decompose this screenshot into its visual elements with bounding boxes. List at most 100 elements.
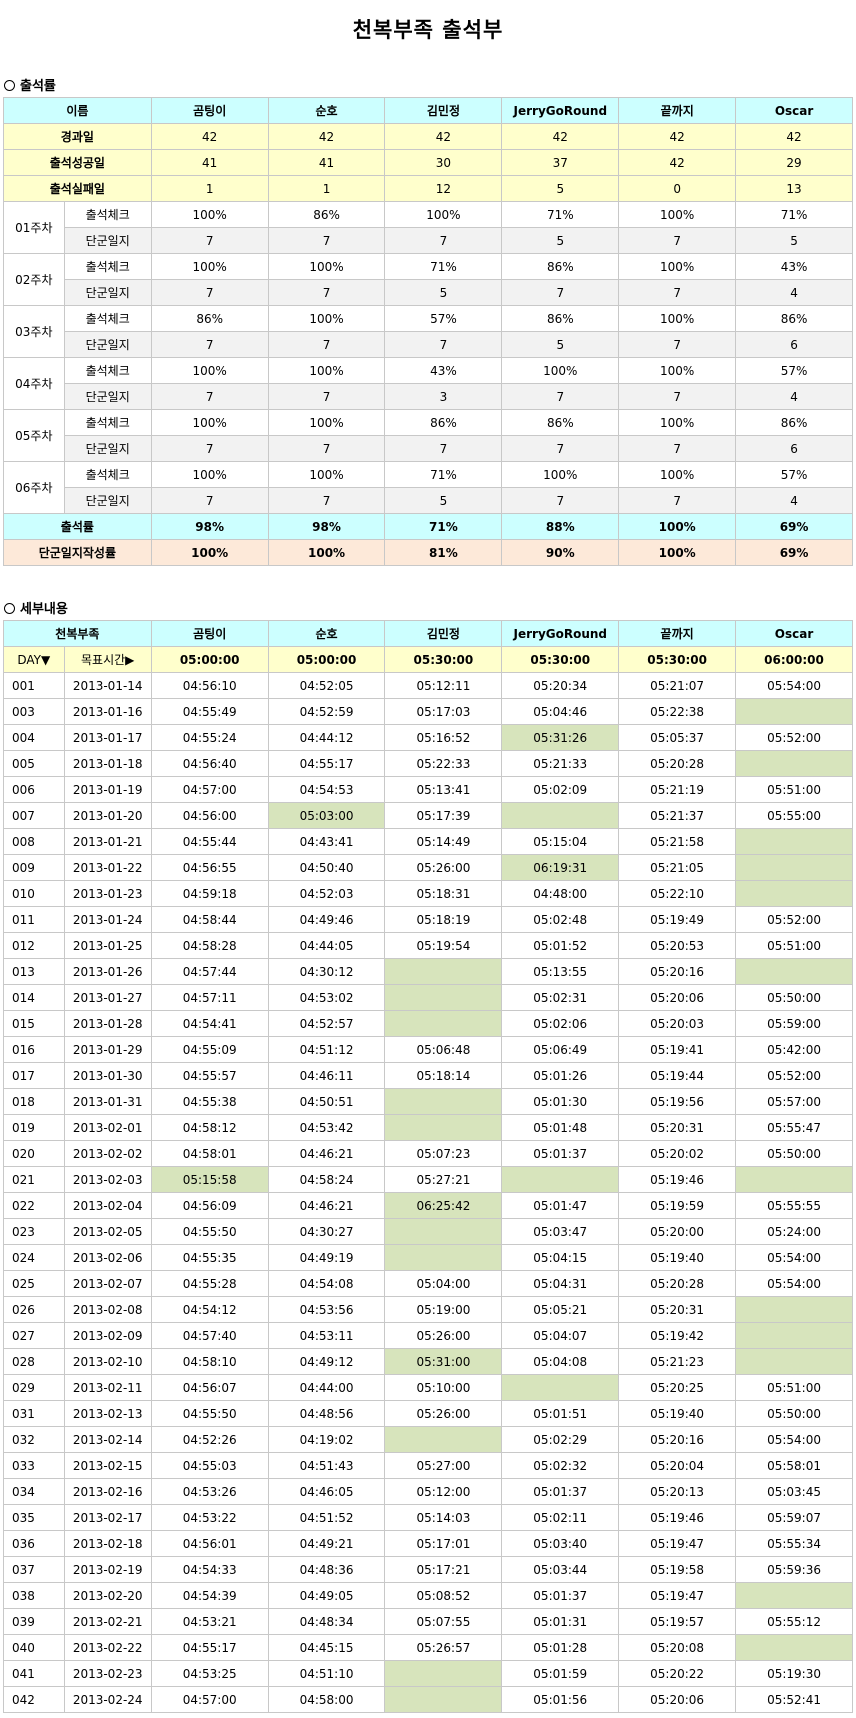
time-cell: 05:20:28 [618, 750, 737, 777]
time-cell: 04:55:57 [150, 1062, 269, 1089]
day-number: 015 [3, 1010, 65, 1037]
date-cell: 2013-02-21 [63, 1608, 152, 1635]
journal-value: 4 [735, 487, 853, 514]
time-cell: 05:54:00 [735, 1270, 853, 1297]
day-row: 028 2013-02-10 04:58:10 04:49:12 05:31:00 05:… [3, 1348, 853, 1375]
time-cell: 05:52:00 [735, 906, 853, 933]
journal-value: 7 [501, 435, 620, 462]
time-cell: 04:53:02 [267, 984, 386, 1011]
journal-value: 7 [267, 487, 386, 514]
date-cell: 2013-02-10 [63, 1348, 152, 1375]
time-cell: 04:53:21 [150, 1608, 269, 1635]
week-label: 04주차 [3, 357, 65, 410]
date-cell: 2013-01-25 [63, 932, 152, 959]
target-row: DAY▼ 목표시간▶ 05:00:00 05:00:00 05:30:00 05:30:0… [3, 646, 853, 673]
date-cell: 2013-02-14 [63, 1426, 152, 1453]
member-name: 끝까지 [618, 97, 737, 124]
value-cell: 0 [618, 175, 737, 202]
day-row: 013 2013-01-26 04:57:44 04:30:12 05:13:55 05:… [3, 958, 853, 985]
date-cell: 2013-02-24 [63, 1686, 152, 1713]
check-value: 71% [384, 253, 503, 280]
member-name: 끝까지 [618, 620, 737, 647]
time-cell: 04:55:03 [150, 1452, 269, 1479]
time-cell: 04:57:40 [150, 1322, 269, 1349]
time-cell: 04:55:24 [150, 724, 269, 751]
time-cell: 05:20:16 [618, 958, 737, 985]
date-cell: 2013-02-18 [63, 1530, 152, 1557]
journal-value: 4 [735, 279, 853, 306]
check-label: 출석체크 [63, 409, 152, 436]
journal-value: 7 [150, 227, 269, 254]
time-cell: 05:19:40 [618, 1400, 737, 1427]
day-row: 023 2013-02-05 04:55:50 04:30:27 05:03:47 05:… [3, 1218, 853, 1245]
day-number: 019 [3, 1114, 65, 1141]
total-value: 98% [150, 513, 269, 540]
check-value: 100% [267, 253, 386, 280]
time-cell: 04:55:17 [267, 750, 386, 777]
header-label: 이름 [3, 97, 152, 124]
time-cell: 04:55:50 [150, 1400, 269, 1427]
value-cell: 12 [384, 175, 503, 202]
time-cell: 05:19:00 [384, 1296, 503, 1323]
time-cell: 04:52:26 [150, 1426, 269, 1453]
total-value: 71% [384, 513, 503, 540]
time-cell: 05:20:04 [618, 1452, 737, 1479]
day-number: 039 [3, 1608, 65, 1635]
target-time-label: 목표시간▶ [63, 646, 152, 673]
time-cell: 05:13:41 [384, 776, 503, 803]
check-value: 100% [501, 357, 620, 384]
day-row: 034 2013-02-16 04:53:26 04:46:05 05:12:00 05:… [3, 1478, 853, 1505]
member-name: 곰팅이 [150, 97, 269, 124]
time-cell: 04:56:55 [150, 854, 269, 881]
time-cell: 04:54:41 [150, 1010, 269, 1037]
week-label: 06주차 [3, 461, 65, 514]
date-cell: 2013-01-30 [63, 1062, 152, 1089]
time-cell: 04:48:36 [267, 1556, 386, 1583]
week-journal-row: 단군일지 7 7 7 7 7 6 [4, 435, 853, 462]
time-cell: 05:04:07 [501, 1322, 620, 1349]
time-cell [384, 1218, 503, 1245]
day-number: 020 [3, 1140, 65, 1167]
check-value: 100% [384, 201, 503, 228]
check-value: 86% [501, 305, 620, 332]
day-number: 037 [3, 1556, 65, 1583]
time-cell: 04:56:09 [150, 1192, 269, 1219]
time-cell: 04:55:09 [150, 1036, 269, 1063]
journal-label: 단군일지 [63, 331, 152, 358]
journal-value: 5 [384, 279, 503, 306]
day-number: 003 [3, 698, 65, 725]
time-cell: 04:56:07 [150, 1374, 269, 1401]
time-cell: 05:21:23 [618, 1348, 737, 1375]
day-row: 011 2013-01-24 04:58:44 04:49:46 05:18:19 05:… [3, 906, 853, 933]
time-cell [384, 1114, 503, 1141]
journal-value: 7 [384, 227, 503, 254]
time-cell: 05:17:01 [384, 1530, 503, 1557]
journal-value: 7 [384, 331, 503, 358]
time-cell: 04:52:57 [267, 1010, 386, 1037]
date-cell: 2013-01-24 [63, 906, 152, 933]
week-label: 05주차 [3, 409, 65, 462]
day-number: 029 [3, 1374, 65, 1401]
time-cell: 05:21:05 [618, 854, 737, 881]
time-cell: 05:02:32 [501, 1452, 620, 1479]
time-cell [384, 1686, 503, 1713]
week-journal-row: 단군일지 7 7 7 5 7 6 [4, 331, 853, 358]
time-cell: 04:56:00 [150, 802, 269, 829]
journal-value: 5 [735, 227, 853, 254]
day-row: 007 2013-01-20 04:56:00 05:03:00 05:17:39 05:… [3, 802, 853, 829]
time-cell [384, 1244, 503, 1271]
time-cell [735, 828, 853, 855]
time-cell: 04:55:38 [150, 1088, 269, 1115]
journal-value: 5 [501, 331, 620, 358]
time-cell [735, 1634, 853, 1661]
time-cell: 04:46:11 [267, 1062, 386, 1089]
journal-value: 7 [267, 383, 386, 410]
day-row: 039 2013-02-21 04:53:21 04:48:34 05:07:55 05:… [3, 1608, 853, 1635]
day-number: 025 [3, 1270, 65, 1297]
time-cell: 05:55:34 [735, 1530, 853, 1557]
journal-label: 단군일지 [63, 383, 152, 410]
check-value: 57% [384, 305, 503, 332]
time-cell: 05:59:36 [735, 1556, 853, 1583]
time-cell: 05:19:47 [618, 1530, 737, 1557]
time-cell: 05:20:03 [618, 1010, 737, 1037]
